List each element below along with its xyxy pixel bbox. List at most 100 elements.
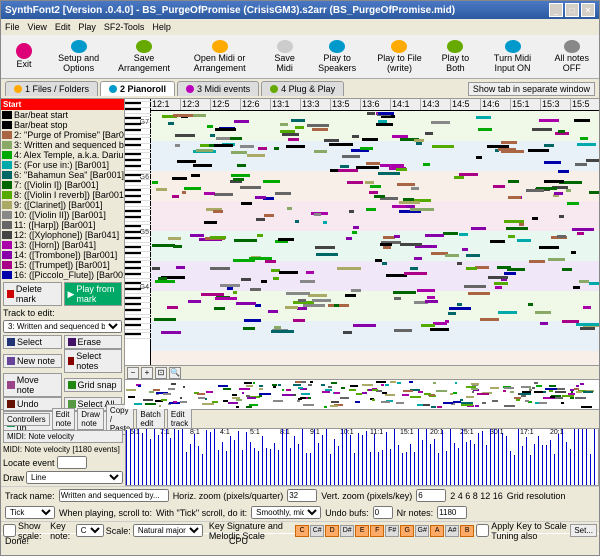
velocity-bar[interactable] <box>142 433 143 485</box>
midi-note[interactable] <box>287 207 292 210</box>
tab--files-folders[interactable]: 1 Files / Folders <box>5 81 98 96</box>
midi-note[interactable] <box>312 299 332 302</box>
grid-select[interactable]: Tick <box>5 506 55 519</box>
piano-key[interactable] <box>125 267 141 270</box>
piano-key[interactable] <box>125 252 141 255</box>
midi-note[interactable] <box>544 161 561 164</box>
midi-note[interactable] <box>382 262 387 265</box>
velocity-bar[interactable] <box>242 450 243 485</box>
velocity-bar[interactable] <box>534 444 535 485</box>
midi-note[interactable] <box>351 289 361 292</box>
midi-note[interactable] <box>589 191 599 194</box>
piano-key[interactable] <box>125 102 141 105</box>
velocity-bar[interactable] <box>278 450 279 486</box>
velocity-bar[interactable] <box>558 434 559 485</box>
keysig-key-C[interactable]: C <box>295 525 309 537</box>
midi-note[interactable] <box>255 304 260 307</box>
velocity-bar[interactable] <box>394 428 395 485</box>
midi-note[interactable] <box>184 187 201 190</box>
midi-note[interactable] <box>342 155 360 158</box>
vzoom-opts[interactable]: 2 4 6 8 12 16 <box>450 491 503 501</box>
midi-note[interactable] <box>544 180 564 183</box>
velocity-bar[interactable] <box>190 444 191 485</box>
midi-note[interactable] <box>261 280 267 283</box>
velocity-bar[interactable] <box>178 430 179 485</box>
velocity-bar[interactable] <box>210 432 211 485</box>
midi-note[interactable] <box>353 226 359 229</box>
midi-note[interactable] <box>508 180 519 183</box>
velocity-bar[interactable] <box>218 450 219 485</box>
midi-note[interactable] <box>445 254 459 257</box>
midi-note[interactable] <box>295 126 304 129</box>
midi-note[interactable] <box>240 145 253 148</box>
midi-note[interactable] <box>173 245 182 248</box>
midi-note[interactable] <box>360 147 373 150</box>
velocity-bar[interactable] <box>146 428 147 485</box>
midi-note[interactable] <box>250 288 261 291</box>
midi-note[interactable] <box>487 145 509 148</box>
midi-note[interactable] <box>557 235 567 238</box>
velocity-bar[interactable] <box>170 438 171 485</box>
velocity-bar[interactable] <box>538 436 539 485</box>
velocity-bar[interactable] <box>378 452 379 485</box>
midi-note[interactable] <box>241 278 252 281</box>
velocity-bar[interactable] <box>154 428 155 485</box>
midi-note[interactable] <box>210 267 230 270</box>
track-row[interactable]: 4: Alex Temple, a.k.a. DariuR <box>1 150 124 160</box>
velocity-bar[interactable] <box>530 455 531 485</box>
midi-note[interactable] <box>343 331 352 334</box>
midi-note[interactable] <box>488 276 508 279</box>
overview-strip[interactable] <box>125 379 599 409</box>
piano-key[interactable] <box>125 309 141 312</box>
piano-key[interactable] <box>125 117 141 120</box>
menu-file[interactable]: File <box>5 22 20 32</box>
midi-note[interactable] <box>376 123 393 126</box>
velocity-bar[interactable] <box>510 451 511 485</box>
velocity-bar[interactable] <box>322 435 323 485</box>
midi-note[interactable] <box>315 246 335 249</box>
piano-key[interactable] <box>125 195 141 198</box>
erase-button[interactable]: Erase <box>64 335 123 349</box>
track-row[interactable]: Bar/beat stop <box>1 120 124 130</box>
midi-note[interactable] <box>314 150 327 153</box>
velocity-bar[interactable] <box>182 428 183 485</box>
velocity-bar[interactable] <box>342 428 343 485</box>
keysig-key-Cs[interactable]: C# <box>310 525 324 537</box>
midi-note[interactable] <box>378 112 395 115</box>
toolbar-save-midi[interactable]: Save Midi <box>264 37 306 77</box>
midi-note[interactable] <box>201 293 223 296</box>
velocity-bar[interactable] <box>434 439 435 485</box>
menu-play[interactable]: Play <box>78 22 96 32</box>
velocity-bar[interactable] <box>254 448 255 485</box>
midi-note[interactable] <box>255 196 265 199</box>
midi-note[interactable] <box>403 198 414 201</box>
velocity-bar[interactable] <box>574 428 575 485</box>
midi-note[interactable] <box>475 266 489 269</box>
velocity-bar[interactable] <box>286 428 287 485</box>
midi-note[interactable] <box>349 210 354 213</box>
midi-note[interactable] <box>573 286 580 289</box>
midi-note[interactable] <box>213 210 223 213</box>
midi-note[interactable] <box>210 134 215 137</box>
midi-note[interactable] <box>369 191 378 194</box>
velocity-bar[interactable] <box>262 436 263 485</box>
piano-key[interactable] <box>125 237 141 240</box>
velocity-bar[interactable] <box>374 434 375 485</box>
velocity-bar[interactable] <box>266 448 267 485</box>
velocity-bar[interactable] <box>382 450 383 485</box>
bottom-tab-controllers[interactable]: Controllers <box>3 413 50 426</box>
midi-note[interactable] <box>410 208 434 211</box>
undobufs-input[interactable] <box>373 506 393 519</box>
velocity-bar[interactable] <box>330 454 331 485</box>
velocity-bar[interactable] <box>402 453 403 485</box>
midi-note[interactable] <box>240 186 261 189</box>
piano-key[interactable] <box>125 273 141 276</box>
keysig-key-A[interactable]: A <box>430 525 444 537</box>
velocity-bar[interactable] <box>366 431 367 485</box>
midi-note[interactable] <box>241 202 251 205</box>
midi-note[interactable] <box>580 327 596 330</box>
velocity-bar[interactable] <box>310 453 311 485</box>
keysig-key-G[interactable]: G <box>400 525 414 537</box>
piano-key[interactable] <box>125 231 141 234</box>
keysig-key-D[interactable]: D <box>325 525 339 537</box>
